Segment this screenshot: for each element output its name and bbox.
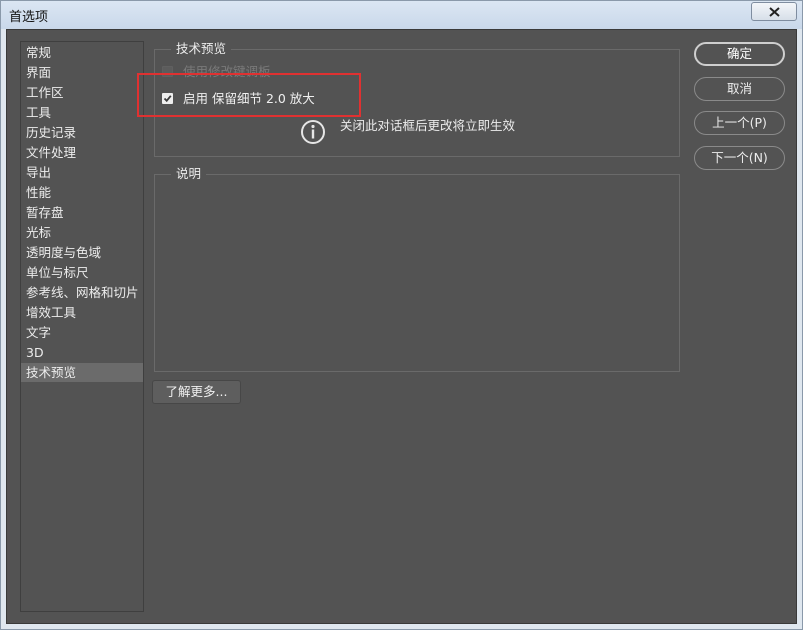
close-button[interactable] bbox=[751, 2, 797, 21]
preferences-dialog: 首选项 常规 界面 工作区 工具 历史记录 文件处理 导出 性能 暂存盘 光标 透明度与色域 单位与标… bbox=[0, 0, 803, 630]
sidebar-item[interactable]: 文件处理 bbox=[21, 143, 143, 162]
sidebar-item[interactable]: 历史记录 bbox=[21, 123, 143, 142]
description-group-label: 说明 bbox=[171, 166, 207, 182]
highlight-box bbox=[137, 73, 361, 117]
sidebar-item[interactable]: 常规 bbox=[21, 43, 143, 62]
sidebar-item[interactable]: 技术预览 bbox=[21, 363, 143, 382]
window-title: 首选项 bbox=[9, 10, 49, 25]
sidebar-item[interactable]: 暂存盘 bbox=[21, 203, 143, 222]
info-message: 关闭此对话框后更改将立即生效 bbox=[340, 118, 516, 133]
ok-button[interactable]: 确定 bbox=[694, 42, 785, 66]
sidebar-item[interactable]: 性能 bbox=[21, 183, 143, 202]
learn-more-button[interactable]: 了解更多... bbox=[152, 380, 241, 404]
sidebar-item[interactable]: 参考线、网格和切片 bbox=[21, 283, 143, 302]
sidebar-item[interactable]: 界面 bbox=[21, 63, 143, 82]
close-icon bbox=[769, 7, 780, 17]
dialog-body: 常规 界面 工作区 工具 历史记录 文件处理 导出 性能 暂存盘 光标 透明度与色域 单位与标尺 参考线… bbox=[6, 29, 797, 624]
tech-preview-group-label: 技术预览 bbox=[171, 41, 232, 57]
title-bar[interactable]: 首选项 bbox=[1, 1, 802, 29]
sidebar-item[interactable]: 工具 bbox=[21, 103, 143, 122]
info-icon bbox=[301, 120, 325, 144]
sidebar-item[interactable]: 3D bbox=[21, 343, 143, 362]
sidebar-item[interactable]: 文字 bbox=[21, 323, 143, 342]
sidebar-item[interactable]: 增效工具 bbox=[21, 303, 143, 322]
sidebar-item[interactable]: 光标 bbox=[21, 223, 143, 242]
sidebar-item[interactable]: 工作区 bbox=[21, 83, 143, 102]
sidebar-item[interactable]: 导出 bbox=[21, 163, 143, 182]
cancel-button[interactable]: 取消 bbox=[694, 77, 785, 101]
sidebar-item[interactable]: 透明度与色域 bbox=[21, 243, 143, 262]
next-button[interactable]: 下一个(N) bbox=[694, 146, 785, 170]
previous-button[interactable]: 上一个(P) bbox=[694, 111, 785, 135]
category-list[interactable]: 常规 界面 工作区 工具 历史记录 文件处理 导出 性能 暂存盘 光标 透明度与色域 单位与标尺 参考线… bbox=[20, 41, 144, 612]
description-group: 说明 bbox=[154, 166, 680, 372]
sidebar-item[interactable]: 单位与标尺 bbox=[21, 263, 143, 282]
